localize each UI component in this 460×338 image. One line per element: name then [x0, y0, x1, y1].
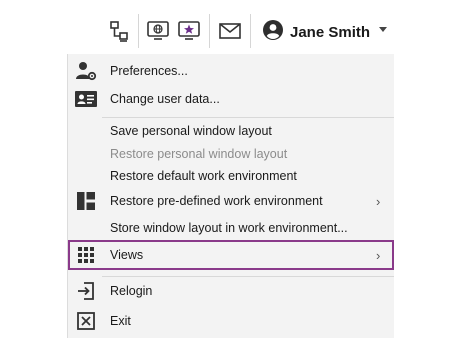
toolbar-separator [138, 14, 139, 48]
user-name: Jane Smith [290, 23, 371, 41]
menu-item-label: Views [110, 248, 144, 262]
grid-icon [74, 243, 98, 267]
chevron-down-icon[interactable] [379, 27, 387, 32]
mail-icon[interactable] [217, 18, 243, 44]
menu-item-label: Preferences... [110, 64, 188, 78]
toolbar-separator [250, 14, 251, 48]
menu-item-restore-default-environment[interactable]: Restore default work environment [68, 163, 394, 189]
user-avatar-icon [262, 19, 284, 46]
monitor-star-icon[interactable] [176, 18, 202, 44]
menu-item-label: Store window layout in work environment.… [110, 221, 348, 235]
toolbar-separator [209, 14, 210, 48]
user-menu-button[interactable]: Jane Smith [262, 16, 370, 48]
chevron-right-icon: › [376, 193, 381, 209]
menu-item-store-layout-in-environment[interactable]: Store window layout in work environment.… [68, 215, 394, 241]
id-card-icon [74, 87, 98, 111]
exit-icon [74, 309, 98, 333]
menu-item-views[interactable]: Views › [68, 240, 394, 270]
user-dropdown-menu: Preferences... Change user data... Save … [67, 54, 394, 338]
relogin-icon [74, 279, 98, 303]
chevron-right-icon: › [376, 247, 381, 263]
menu-item-change-user-data[interactable]: Change user data... [68, 86, 394, 112]
network-icon[interactable] [106, 18, 132, 44]
menu-item-label: Relogin [110, 284, 153, 298]
menu-item-label: Save personal window layout [110, 124, 272, 138]
menu-item-label: Restore pre-defined work environment [110, 194, 323, 208]
menu-item-restore-predefined-environment[interactable]: Restore pre-defined work environment › [68, 188, 394, 214]
menu-item-preferences[interactable]: Preferences... [68, 58, 394, 84]
user-gear-icon [74, 59, 98, 83]
layout-icon [74, 189, 98, 213]
menu-item-exit[interactable]: Exit [68, 308, 394, 334]
menu-separator [102, 276, 394, 277]
menu-item-label: Exit [110, 314, 131, 328]
menu-item-label: Change user data... [110, 92, 220, 106]
top-toolbar: Jane Smith [68, 0, 460, 54]
menu-item-label: Restore default work environment [110, 169, 297, 183]
menu-item-relogin[interactable]: Relogin [68, 278, 394, 304]
menu-item-label: Restore personal window layout [110, 147, 288, 161]
monitor-globe-icon[interactable] [145, 18, 171, 44]
